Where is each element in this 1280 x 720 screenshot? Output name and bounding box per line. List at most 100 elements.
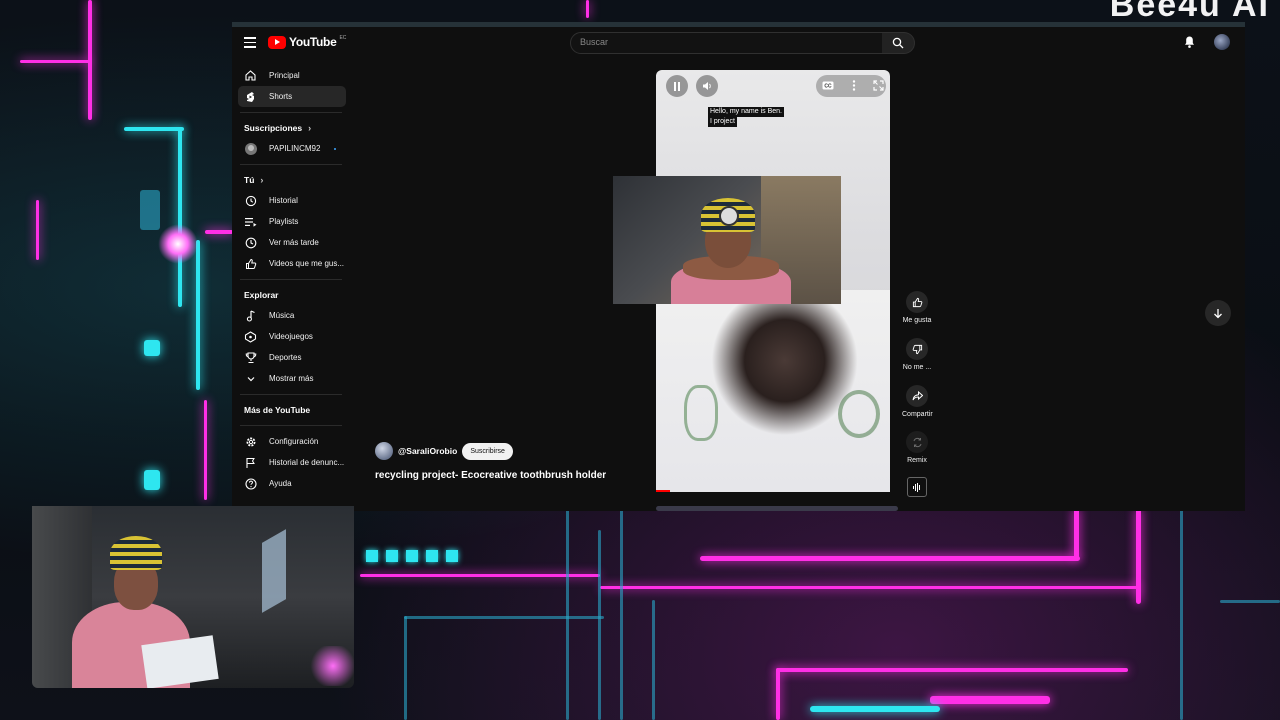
sidebar-item-label: Ver más tarde — [269, 238, 319, 247]
sidebar-item-ver-mas-tarde[interactable]: Ver más tarde — [232, 232, 350, 253]
more-from-youtube-header: Más de YouTube — [232, 400, 350, 420]
channel-avatar — [244, 142, 257, 155]
youtube-play-icon — [268, 35, 286, 49]
shorts-icon — [244, 90, 257, 103]
arrow-down-icon — [1214, 308, 1222, 318]
fullscreen-icon[interactable] — [873, 80, 884, 91]
sidebar-item-deportes[interactable]: Deportes — [232, 347, 350, 368]
sidebar-item-label: Shorts — [269, 92, 293, 101]
divider — [240, 112, 342, 113]
divider — [240, 394, 342, 395]
sidebar-item-liked-videos[interactable]: Videos que me gus... — [232, 253, 350, 274]
you-title: Tú — [244, 175, 255, 185]
search-button[interactable] — [882, 32, 915, 54]
divider — [240, 279, 342, 280]
sidebar-item-label: Playlists — [269, 217, 299, 226]
top-bar: YouTube EC Buscar — [232, 27, 1245, 65]
dislike-action[interactable]: No me ... — [902, 338, 932, 371]
new-content-dot — [334, 148, 336, 150]
share-action[interactable]: Compartir — [902, 385, 933, 418]
volume-button[interactable] — [696, 75, 718, 97]
streamer-webcam — [32, 506, 354, 688]
video-captions: Hello, my name is Ben. I project — [708, 107, 784, 127]
shirt-badge — [838, 390, 880, 438]
video-title[interactable]: recycling project- Ecocreative toothbrus… — [375, 470, 606, 481]
channel-info: @SaraliOrobio Suscribirse — [375, 442, 513, 460]
chevron-right-icon: › — [260, 175, 264, 185]
volume-icon — [702, 82, 711, 90]
gear-icon — [244, 435, 257, 448]
share-label: Compartir — [902, 411, 933, 418]
sidebar-item-mostrar-mas[interactable]: Mostrar más — [232, 368, 350, 389]
search-icon — [892, 37, 904, 49]
dislike-label: No me ... — [902, 364, 932, 371]
subscriptions-header[interactable]: Suscripciones › — [232, 118, 350, 138]
history-icon — [244, 194, 257, 207]
menu-icon[interactable] — [244, 37, 256, 49]
sidebar-item-ayuda[interactable]: Ayuda — [232, 473, 350, 494]
share-icon — [912, 391, 923, 401]
more-from-youtube-title: Más de YouTube — [244, 405, 311, 415]
home-icon — [244, 69, 257, 82]
thumbs-up-icon — [912, 297, 922, 307]
chevron-down-icon — [244, 372, 257, 385]
like-label: Me gusta — [902, 317, 932, 324]
chevron-right-icon: › — [308, 123, 312, 133]
shirt-logo — [684, 385, 718, 441]
thumbs-down-icon — [912, 344, 922, 354]
account-avatar[interactable] — [1214, 34, 1230, 50]
remix-icon — [913, 437, 921, 447]
sidebar-item-label: Ayuda — [269, 479, 292, 488]
sidebar-item-playlists[interactable]: Playlists — [232, 211, 350, 232]
sidebar-item-label: PAPILINCM92 — [269, 144, 321, 153]
sidebar-item-label: Música — [269, 311, 295, 320]
sidebar: Principal Shorts Suscripciones › PAPILIN… — [232, 65, 350, 494]
sidebar-item-configuracion[interactable]: Configuración — [232, 431, 350, 452]
sidebar-item-shorts[interactable]: Shorts — [238, 86, 346, 107]
sidebar-item-papilincm92[interactable]: PAPILINCM92 — [232, 138, 350, 159]
next-short-button[interactable] — [1205, 300, 1231, 326]
you-header[interactable]: Tú › — [232, 170, 350, 190]
country-code: EC — [339, 35, 347, 41]
gaming-icon — [244, 330, 257, 343]
subscribe-button[interactable]: Suscribirse — [462, 442, 513, 460]
search-input[interactable]: Buscar — [570, 32, 884, 54]
sidebar-item-label: Videos que me gus... — [269, 259, 345, 268]
explore-header: Explorar — [232, 285, 350, 305]
sidebar-item-label: Historial de denunc... — [269, 458, 345, 467]
like-action[interactable]: Me gusta — [902, 291, 932, 324]
youtube-logo[interactable]: YouTube EC — [268, 35, 346, 49]
channel-name[interactable]: @SaraliOrobio — [398, 446, 457, 456]
playback-progress[interactable] — [656, 490, 671, 492]
sound-button[interactable] — [907, 477, 927, 497]
sidebar-item-label: Mostrar más — [269, 374, 314, 383]
music-icon — [244, 309, 257, 322]
like-icon — [244, 257, 257, 270]
notifications-bell-icon[interactable] — [1183, 35, 1196, 49]
sidebar-item-videojuegos[interactable]: Videojuegos — [232, 326, 350, 347]
caption-line: I project — [708, 117, 737, 127]
youtube-logo-text: YouTube — [289, 35, 337, 49]
divider — [240, 164, 342, 165]
video-frame — [656, 290, 890, 492]
remix-action[interactable]: Remix — [902, 431, 932, 464]
pause-icon — [674, 81, 680, 91]
divider — [240, 425, 342, 426]
sidebar-item-historial[interactable]: Historial — [232, 190, 350, 211]
channel-avatar[interactable] — [375, 442, 393, 460]
remix-label: Remix — [907, 457, 927, 464]
more-options-icon[interactable] — [852, 80, 856, 91]
caption-line: Hello, my name is Ben. — [708, 107, 784, 117]
pause-button[interactable] — [666, 75, 688, 97]
subscriptions-title: Suscripciones — [244, 123, 303, 133]
sidebar-item-musica[interactable]: Música — [232, 305, 350, 326]
sidebar-item-historial-denuncias[interactable]: Historial de denunc... — [232, 452, 350, 473]
captions-icon[interactable]: CC — [822, 81, 834, 90]
search-placeholder: Buscar — [580, 37, 609, 47]
help-icon — [244, 477, 257, 490]
sidebar-item-label: Historial — [269, 196, 298, 205]
sidebar-item-label: Videojuegos — [269, 332, 313, 341]
clock-icon — [244, 236, 257, 249]
sidebar-item-principal[interactable]: Principal — [232, 65, 350, 86]
playlists-icon — [244, 215, 257, 228]
